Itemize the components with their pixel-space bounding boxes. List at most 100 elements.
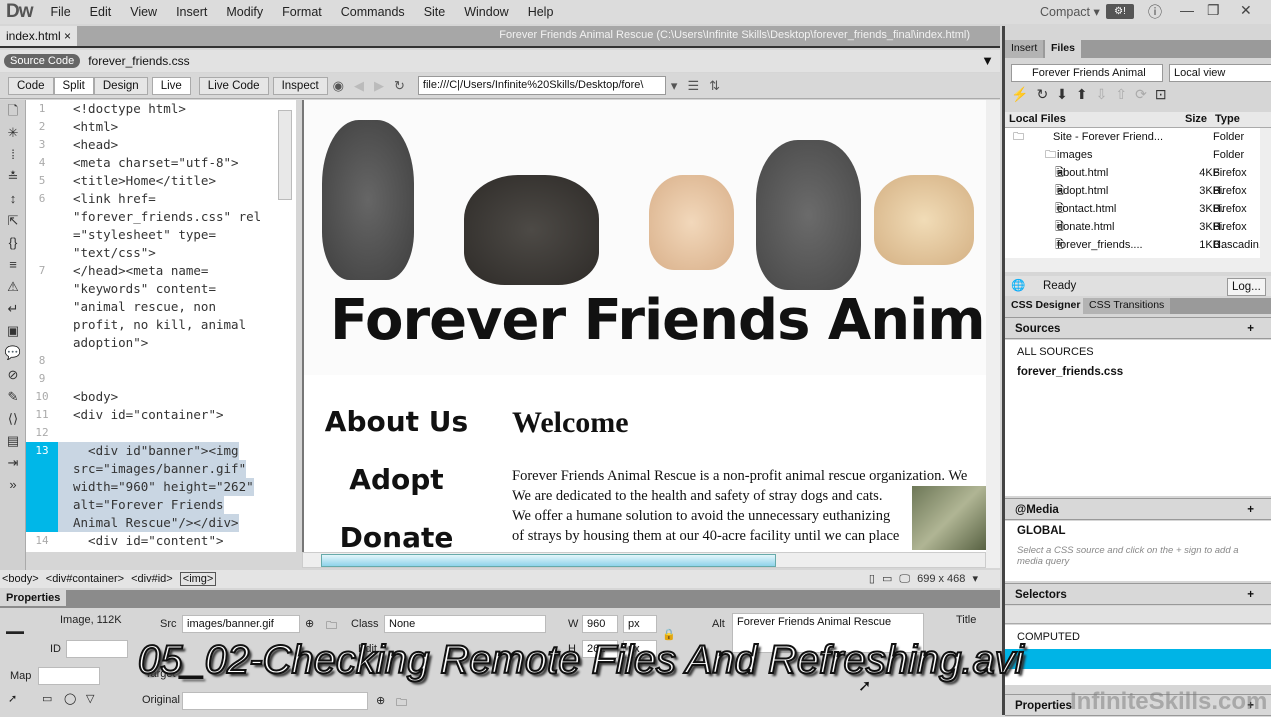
menu-insert[interactable]: Insert [176, 5, 207, 19]
file-row[interactable]: 🗎 about.html 4KB Firefox H. [1005, 164, 1260, 197]
live-view-button[interactable]: Live [151, 76, 191, 95]
line-number[interactable] [26, 244, 58, 262]
id-input[interactable] [66, 640, 128, 658]
tab-index-html[interactable]: index.html × [0, 26, 78, 46]
menu-window[interactable]: Window [464, 5, 508, 19]
code-editor[interactable]: 1 <!doctype html> 2 <html> 3 <head> 4 <meta cha… [26, 100, 296, 552]
source-file-item[interactable]: forever_friends.css [1017, 366, 1123, 378]
class-select[interactable]: None [384, 615, 546, 633]
code-text[interactable]: <div id="content"> [58, 532, 223, 550]
code-text[interactable]: "animal rescue, non [58, 298, 216, 316]
view-select[interactable]: Local view [1169, 64, 1271, 82]
file-list-hscrollbar[interactable] [1005, 258, 1271, 272]
all-sources-item[interactable]: ALL SOURCES [1017, 346, 1094, 358]
collapse-selection-icon[interactable]: ≛ [0, 166, 26, 188]
menu-commands[interactable]: Commands [341, 5, 405, 19]
live-code-button[interactable]: Live Code [198, 76, 269, 95]
tab-insert[interactable]: Insert [1005, 40, 1044, 58]
code-line[interactable]: adoption"> [26, 334, 296, 352]
menu-edit[interactable]: Edit [90, 5, 112, 19]
line-number[interactable]: 12 [26, 424, 58, 442]
code-line[interactable]: 11 <div id="container"> [26, 406, 296, 424]
point-to-file-icon[interactable]: ⊕ [376, 694, 385, 707]
line-number[interactable] [26, 316, 58, 334]
line-number[interactable]: 4 [26, 154, 58, 172]
live-view-horizontal-scrollbar[interactable] [302, 552, 986, 568]
code-line[interactable]: 3 <head> [26, 136, 296, 154]
code-scrollbar[interactable] [278, 110, 292, 200]
code-text[interactable]: </head><meta name= [58, 262, 208, 280]
check-out-icon[interactable]: ⇩ [1096, 86, 1116, 102]
desktop-size-icon[interactable]: 🖵 [899, 573, 910, 585]
code-line[interactable]: alt="Forever Friends [26, 496, 296, 514]
syntax-error-alerts-icon[interactable]: ▣ [0, 320, 26, 342]
address-input[interactable]: file:///C|/Users/Infinite%20Skills/Deskt… [417, 76, 666, 95]
map-input[interactable] [38, 667, 100, 685]
line-number[interactable]: 13 [26, 442, 58, 460]
code-text[interactable] [58, 424, 73, 442]
file-row[interactable]: 🗎 forever_friends.... 1KB Cascadin. [1005, 236, 1262, 254]
nav-adopt[interactable]: Adopt [304, 463, 489, 496]
close-button[interactable]: ✕ [1240, 2, 1252, 19]
code-line[interactable]: "keywords" content= [26, 280, 296, 298]
menu-site[interactable]: Site [424, 5, 446, 19]
code-text[interactable]: "text/css"> [58, 244, 156, 262]
line-number[interactable]: 11 [26, 406, 58, 424]
line-number[interactable] [26, 496, 58, 514]
code-text[interactable]: <body> [58, 388, 118, 406]
browser-preview-icon[interactable]: ◉ [333, 78, 344, 94]
selected-selector-row[interactable] [1005, 649, 1271, 669]
line-number[interactable]: 8 [26, 352, 58, 370]
extensions-gear-icon[interactable]: ⚙! [1106, 4, 1134, 19]
forward-arrow-icon[interactable]: ▶ [374, 78, 384, 94]
code-line[interactable]: 1 <!doctype html> [26, 100, 296, 118]
src-input[interactable]: images/banner.gif [182, 615, 300, 633]
line-number[interactable]: 10 [26, 388, 58, 406]
line-number[interactable] [26, 280, 58, 298]
code-line[interactable]: 10 <body> [26, 388, 296, 406]
line-number[interactable] [26, 514, 58, 532]
line-number[interactable]: 1 [26, 100, 58, 118]
width-input[interactable]: 960 [582, 615, 618, 633]
column-local-files[interactable]: Local Files [1009, 113, 1066, 125]
code-line[interactable]: "forever_friends.css" rel [26, 208, 296, 226]
menu-format[interactable]: Format [282, 5, 322, 19]
file-row[interactable]: 🗀 images Folder [1005, 146, 1260, 164]
tag-body[interactable]: <body> [2, 573, 39, 585]
open-documents-icon[interactable]: 🗋 [0, 100, 26, 122]
file-row[interactable]: 🗀 Site - Forever Friend... Folder [1005, 128, 1260, 146]
indent-code-icon[interactable]: ⇥ [0, 452, 26, 474]
code-text[interactable]: <head> [58, 136, 118, 154]
code-line[interactable]: 13 <div id"banner"><img [26, 442, 296, 460]
line-number[interactable]: 2 [26, 118, 58, 136]
expand-panel-icon[interactable]: ⊡ [1155, 86, 1175, 102]
point-to-file-icon[interactable]: ⊕ [305, 617, 314, 630]
menu-file[interactable]: File [51, 5, 71, 19]
pointer-hotspot-icon[interactable]: ➚ [8, 692, 17, 705]
split-view-button[interactable]: Split [53, 76, 94, 95]
column-type[interactable]: Type [1215, 113, 1240, 125]
code-text[interactable] [58, 352, 73, 370]
code-line[interactable]: 4 <meta charset="utf-8"> [26, 154, 296, 172]
media-section-header[interactable]: @Media + [1005, 498, 1271, 520]
sources-section-header[interactable]: Sources + [1005, 317, 1271, 339]
code-line[interactable]: ="stylesheet" type= [26, 226, 296, 244]
code-line[interactable]: "text/css"> [26, 244, 296, 262]
code-line[interactable]: 6 <link href= [26, 190, 296, 208]
polygon-hotspot-icon[interactable]: ▽ [86, 692, 94, 705]
connect-icon[interactable]: ⚡ [1011, 86, 1036, 102]
related-file-css[interactable]: forever_friends.css [88, 54, 189, 68]
select-parent-tag-icon[interactable]: ⇱ [0, 210, 26, 232]
code-text[interactable]: adoption"> [58, 334, 148, 352]
view-options-icon[interactable]: ☰ [687, 78, 699, 94]
global-media-item[interactable]: GLOBAL [1017, 525, 1066, 537]
code-text[interactable]: <div id="container"> [58, 406, 224, 424]
code-text[interactable]: "keywords" content= [58, 280, 216, 298]
menu-modify[interactable]: Modify [226, 5, 263, 19]
file-row[interactable]: 🗎 contact.html 3KB Firefox H. [1005, 200, 1260, 233]
code-line[interactable]: Animal Rescue"/></div> [26, 514, 296, 532]
code-line[interactable]: src="images/banner.gif" [26, 460, 296, 478]
code-line[interactable]: profit, no kill, animal [26, 316, 296, 334]
get-files-icon[interactable]: ⬇ [1056, 86, 1076, 102]
tab-css-transitions[interactable]: CSS Transitions [1083, 298, 1171, 314]
